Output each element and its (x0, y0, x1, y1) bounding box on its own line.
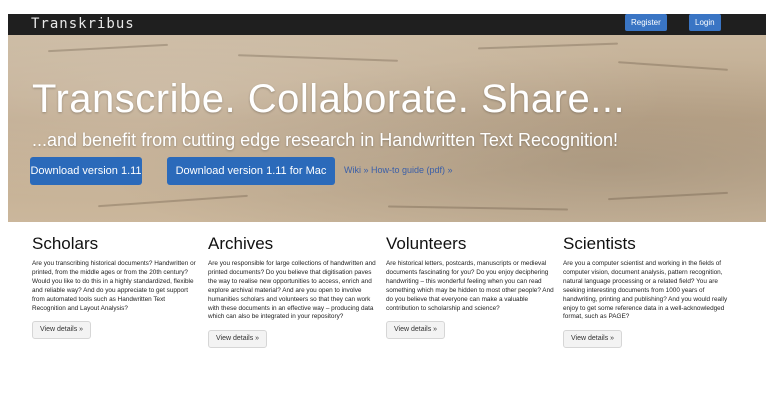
view-details-button[interactable]: View details » (208, 330, 268, 349)
background-texture (618, 61, 728, 71)
download-mac-button[interactable]: Download version 1.11 for Mac (167, 157, 335, 185)
login-button[interactable]: Login (689, 14, 721, 31)
hero-banner: Transcribe. Collaborate. Share... ...and… (8, 35, 766, 222)
page: Transkribus Register Login Transcribe. C… (0, 0, 768, 414)
column-title: Scientists (563, 234, 636, 253)
brand-logo[interactable]: Transkribus (31, 16, 135, 32)
column-text: Are you transcribing historical document… (32, 260, 196, 312)
scholars-column: Scholars Are you transcribing historical… (32, 234, 200, 340)
register-button[interactable]: Register (625, 14, 667, 31)
download-button[interactable]: Download version 1.11 (30, 157, 142, 185)
view-details-button[interactable]: View details » (563, 330, 623, 349)
top-navbar: Transkribus Register Login (8, 14, 766, 35)
view-details-button[interactable]: View details » (32, 321, 92, 340)
background-texture (238, 54, 398, 62)
view-details-button[interactable]: View details » (386, 321, 446, 340)
background-texture (98, 194, 248, 208)
background-texture (48, 43, 168, 53)
scientists-column: Scientists Are you a computer scientist … (563, 234, 731, 349)
hero-links: Wiki » How-to guide (pdf) » (344, 165, 453, 175)
column-title: Archives (208, 234, 274, 253)
volunteers-column: Volunteers Are historical letters, postc… (386, 234, 554, 340)
background-texture (387, 205, 569, 211)
hero-title: Transcribe. Collaborate. Share... (32, 77, 626, 121)
column-text: Are you a computer scientist and working… (563, 260, 728, 321)
howto-guide-link[interactable]: How-to guide (pdf) » (371, 165, 453, 175)
column-title: Scholars (32, 234, 99, 253)
column-title: Volunteers (386, 234, 467, 253)
column-text: Are you responsible for large collection… (208, 260, 376, 321)
background-texture (608, 191, 728, 201)
hero-subtitle: ...and benefit from cutting edge researc… (32, 130, 619, 150)
archives-column: Archives Are you responsible for large c… (208, 234, 376, 349)
column-text: Are historical letters, postcards, manus… (386, 260, 554, 312)
wiki-link[interactable]: Wiki » (344, 165, 369, 175)
background-texture (478, 42, 618, 50)
